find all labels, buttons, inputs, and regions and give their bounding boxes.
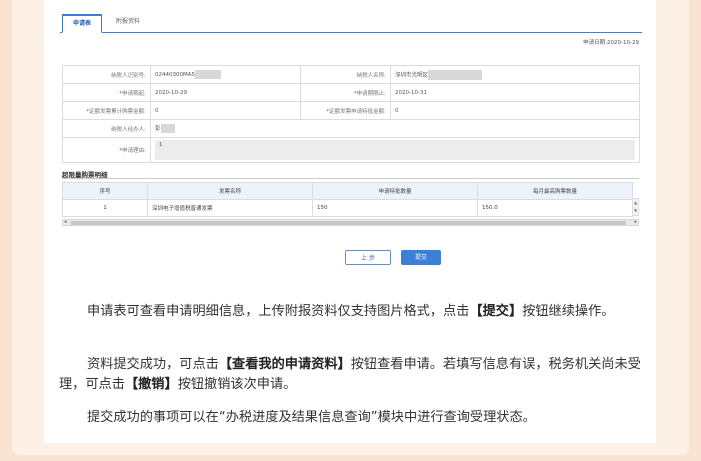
redaction-block xyxy=(195,70,222,79)
redaction-block xyxy=(428,69,483,80)
scroll-left-icon[interactable]: ◂ xyxy=(64,219,67,225)
col-header-seq: 序号 xyxy=(62,182,148,200)
tab-bar: 申请表 附报资料 xyxy=(60,14,642,33)
tab-attachments[interactable]: 附报资料 xyxy=(108,14,148,30)
detail-grid: 序号 发票名称 申请特批数量 每月最高购票数量 1 深圳电子增值税普通发票 15… xyxy=(62,182,633,217)
paragraph-3: 提交成功的事项可以在“办税进度及结果信息查询”模块中进行查询受理状态。 xyxy=(87,410,536,425)
cell-seq: 1 xyxy=(62,199,148,217)
paragraph-1: 申请表可查看申请明细信息，上传附报资料仅支持图片格式，点击【提交】按钮继续操作。 xyxy=(87,304,615,319)
reason-cell: 1 xyxy=(150,137,640,163)
tab-application-form[interactable]: 申请表 xyxy=(62,14,102,33)
start-date-value: 2020-10-29 xyxy=(150,83,301,102)
col-header-invoice-name: 发票名称 xyxy=(147,182,313,200)
previous-step-button[interactable]: 上 步 xyxy=(345,250,391,265)
submit-button[interactable]: 提交 xyxy=(401,250,441,265)
apply-date: 申请日期:2020-10-29 xyxy=(583,40,639,46)
scroll-right-icon[interactable]: ▸ xyxy=(634,219,637,225)
approve-amount-label: *定额发票申请特批金额: xyxy=(300,101,391,120)
operator-value: 彭 xyxy=(150,119,640,138)
operator-label: 纳税人经办人: xyxy=(62,119,151,138)
taxpayer-id-value: 02440300MA5 xyxy=(150,65,301,84)
reason-textarea[interactable]: 1 xyxy=(155,140,635,160)
table-row: 1 深圳电子增值税普通发票 150 150.0 xyxy=(62,199,633,217)
taxpayer-id-label: 纳税人识别号: xyxy=(62,65,151,84)
application-info-table: 纳税人识别号: 02440300MA5 纳税人名称: 深圳市光明区 *申请期起:… xyxy=(62,65,640,163)
approve-amount-value: 0 xyxy=(390,101,640,120)
end-date-value: 2020-10-31 xyxy=(390,83,640,102)
col-header-approve-qty: 申请特批数量 xyxy=(312,182,478,200)
cell-approve-qty[interactable]: 150 xyxy=(312,199,478,217)
redaction-block xyxy=(160,124,175,133)
divider xyxy=(62,178,639,179)
reason-label: *申请理由: xyxy=(62,137,151,163)
vertical-scrollbar[interactable]: ▲ ▼ xyxy=(632,198,639,216)
col-header-monthly-max: 每月最高购票数量 xyxy=(477,182,633,200)
horizontal-scrollbar[interactable]: ◂ ▸ xyxy=(62,219,639,226)
scroll-thumb[interactable] xyxy=(71,221,626,225)
taxpayer-name-label: 纳税人名称: xyxy=(300,65,391,84)
screenshot-area: 申请表 附报资料 申请日期:2020-10-29 纳税人识别号: 0244030… xyxy=(57,8,645,270)
start-date-label: *申请期起: xyxy=(62,83,151,102)
cell-monthly-max: 150.0 xyxy=(477,199,633,217)
paragraph-2: 资料提交成功，可点击【查看我的申请资料】按钮查看申请。若填写信息有误，税务机关尚… xyxy=(59,357,641,392)
grid-header-row: 序号 发票名称 申请特批数量 每月最高购票数量 xyxy=(62,182,633,200)
total-amount-value: 0 xyxy=(150,101,301,120)
total-amount-label: *定额发票累计购票金额: xyxy=(62,101,151,120)
end-date-label: *申请期限止: xyxy=(300,83,391,102)
cell-invoice-name: 深圳电子增值税普通发票 xyxy=(147,199,313,217)
taxpayer-name-value: 深圳市光明区 xyxy=(390,65,640,84)
